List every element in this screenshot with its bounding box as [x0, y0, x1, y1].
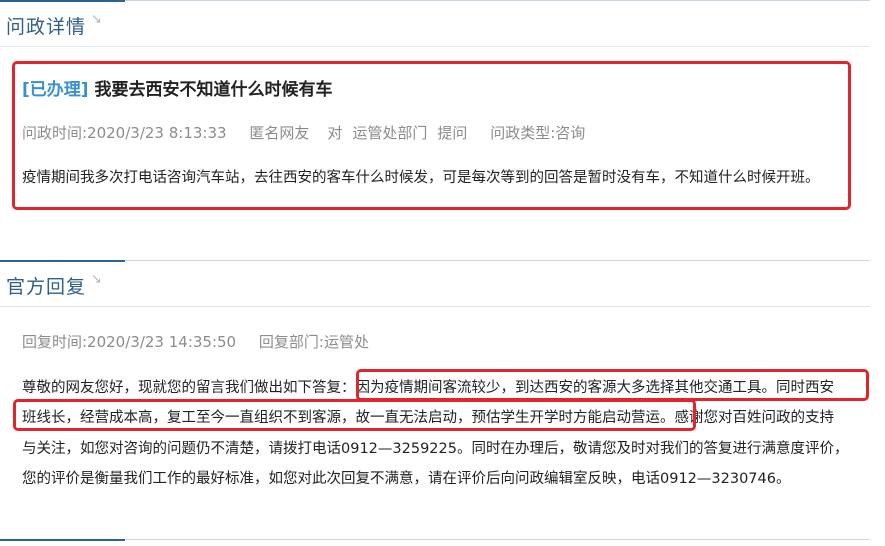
- inquiry-section-header: 问政详情 ↘: [0, 0, 870, 47]
- inquiry-action: 提问: [437, 124, 468, 142]
- divider: [0, 306, 870, 307]
- reply-greeting: 尊敬的网友您好，现就您的留言我们做出如下答复：: [22, 380, 356, 396]
- inquiry-time: 问政时间:2020/3/23 8:13:33: [22, 124, 227, 142]
- reply-thanks: 感谢您对百姓问政的支持: [674, 410, 835, 426]
- reply-highlight-box-2: [13, 399, 696, 431]
- inquiry-to: 对: [327, 124, 343, 142]
- divider: [0, 539, 870, 540]
- divider: [0, 46, 870, 47]
- status-badge: [已办理]: [22, 80, 89, 100]
- inquiry-department: 运管处部门: [352, 124, 428, 142]
- reply-highlight-box-1: [356, 369, 869, 401]
- reply-meta: 回复时间:2020/3/23 14:35:50 回复部门:运管处: [22, 331, 387, 352]
- section-accent-bar: [0, 0, 125, 2]
- reply-time: 回复时间:2020/3/23 14:35:50: [22, 333, 237, 351]
- inquiry-asker: 匿名网友: [249, 124, 310, 142]
- inquiry-type: 问政类型:咨询: [490, 124, 586, 142]
- reply-line-4: 您的评价是衡量我们工作的最好标准，如您对此次回复不满意，请在评价后向问政编辑室反…: [22, 471, 791, 487]
- reply-line-3: 与关注，如您对咨询的问题仍不清楚，请拨打电话0912—3259225。同时在办理…: [22, 441, 849, 457]
- reply-department: 回复部门:运管处: [258, 333, 369, 351]
- section-accent-bar: [0, 539, 125, 541]
- section-title: 官方回复: [6, 276, 87, 298]
- section-accent-bar: [0, 260, 125, 262]
- inquiry-meta: 问政时间:2020/3/23 8:13:33 匿名网友对运管处部门 提问 问政类型…: [22, 122, 603, 143]
- divider: [0, 0, 870, 1]
- inquiry-title: [已办理] 我要去西安不知道什么时候有车: [22, 75, 332, 100]
- inquiry-content: 疫情期间我多次打电话咨询汽车站，去往西安的客车什么时候发，可是每次等到的回答是暂…: [22, 170, 820, 186]
- inquiry-subject: 我要去西安不知道什么时候有车: [94, 80, 333, 100]
- divider: [0, 260, 870, 261]
- reply-section-header: 官方回复 ↘: [0, 260, 870, 307]
- corner-arrow-icon: ↘: [91, 272, 102, 287]
- corner-arrow-icon: ↘: [91, 12, 102, 27]
- section-title: 问政详情: [6, 16, 87, 38]
